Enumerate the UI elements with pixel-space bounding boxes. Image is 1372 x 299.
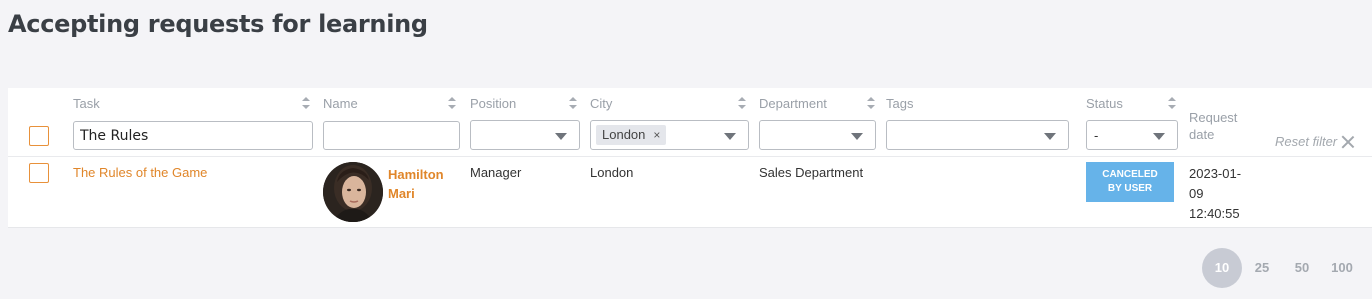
request-date-cell: 2023-01- 09 12:40:55 xyxy=(1189,164,1249,224)
city-cell: London xyxy=(590,165,634,180)
status-filter-select[interactable]: - xyxy=(1086,120,1178,150)
column-header-city[interactable]: City xyxy=(590,96,612,111)
position-cell: Manager xyxy=(470,165,522,180)
sort-icon[interactable] xyxy=(867,97,875,109)
employee-last-name: Hamilton xyxy=(388,167,444,182)
page-title: Accepting requests for learning xyxy=(8,10,428,38)
column-header-request-date-line2: date xyxy=(1189,127,1215,142)
status-filter-value: - xyxy=(1094,128,1099,143)
status-badge-line1: CANCELED xyxy=(1102,169,1158,180)
city-chip-label: London xyxy=(602,127,646,142)
city-filter-select[interactable]: London × xyxy=(590,120,749,150)
task-filter-input[interactable] xyxy=(73,121,313,150)
status-badge: CANCELED BY USER xyxy=(1086,162,1174,202)
page-size-25[interactable]: 25 xyxy=(1242,248,1282,288)
column-header-request-date-line1: Request xyxy=(1189,110,1238,125)
tags-filter-select[interactable] xyxy=(886,120,1069,150)
city-filter-chip: London × xyxy=(596,125,667,145)
avatar-image xyxy=(323,162,383,222)
column-header-task[interactable]: Task xyxy=(73,96,100,111)
sort-icon[interactable] xyxy=(302,97,310,109)
page-size-100[interactable]: 100 xyxy=(1322,248,1362,288)
task-link[interactable]: The Rules of the Game xyxy=(73,165,207,180)
reset-filter-label: Reset filter xyxy=(1275,134,1338,149)
employee-name-link[interactable]: Hamilton Mari xyxy=(388,165,444,203)
sort-icon[interactable] xyxy=(569,97,577,109)
sort-icon[interactable] xyxy=(1168,97,1176,109)
row-checkbox[interactable] xyxy=(29,163,49,183)
chevron-down-icon xyxy=(851,133,863,140)
requests-table: Task Name Position City Department Tags … xyxy=(8,88,1372,228)
department-filter-select[interactable] xyxy=(759,120,876,150)
column-header-request-date: Request date xyxy=(1189,109,1237,143)
request-date-line3: 12:40:55 xyxy=(1189,206,1240,221)
column-header-name[interactable]: Name xyxy=(323,96,358,111)
department-cell: Sales Department xyxy=(759,165,864,180)
chevron-down-icon xyxy=(1044,133,1056,140)
column-header-position[interactable]: Position xyxy=(470,96,516,111)
page-size-50[interactable]: 50 xyxy=(1282,248,1322,288)
chevron-down-icon xyxy=(555,133,567,140)
request-date-line2: 09 xyxy=(1189,186,1204,201)
chevron-down-icon xyxy=(1153,133,1165,140)
close-icon xyxy=(1341,135,1355,149)
name-filter-input[interactable] xyxy=(323,121,460,150)
column-header-tags: Tags xyxy=(886,96,914,111)
header-divider xyxy=(8,156,1372,157)
column-header-status[interactable]: Status xyxy=(1086,96,1123,111)
reset-filter-button[interactable]: Reset filter xyxy=(1275,134,1355,149)
column-header-department[interactable]: Department xyxy=(759,96,827,111)
chevron-down-icon xyxy=(724,133,736,140)
avatar[interactable] xyxy=(323,162,383,222)
status-badge-line2: BY USER xyxy=(1107,183,1153,194)
employee-first-name: Mari xyxy=(388,186,415,201)
position-filter-select[interactable] xyxy=(470,120,580,150)
select-all-checkbox[interactable] xyxy=(29,126,49,146)
sort-icon[interactable] xyxy=(448,97,456,109)
request-date-line1: 2023-01- xyxy=(1189,166,1242,181)
chip-remove-icon[interactable]: × xyxy=(653,125,660,145)
page-size-10[interactable]: 10 xyxy=(1202,248,1242,288)
sort-icon[interactable] xyxy=(738,97,746,109)
